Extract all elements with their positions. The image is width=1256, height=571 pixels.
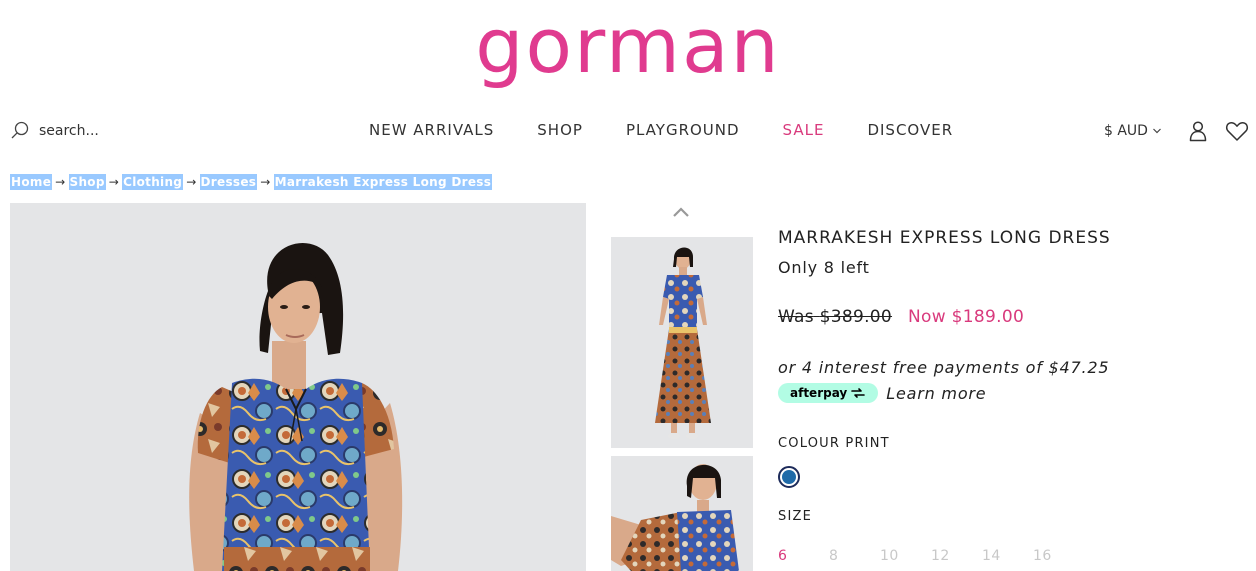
was-label: Was (778, 307, 814, 327)
afterpay-arrows-icon (851, 388, 866, 398)
chevron-up-icon[interactable] (671, 206, 691, 220)
breadcrumb-clothing[interactable]: Clothing (122, 173, 184, 190)
product-title: MARRAKESH EXPRESS LONG DRESS (778, 228, 1111, 248)
brand-logo-text: gorman (475, 1, 781, 90)
breadcrumb-home[interactable]: Home (10, 173, 53, 190)
nav-item-shop[interactable]: SHOP (537, 121, 583, 139)
currency-selector[interactable]: $ AUD (1104, 121, 1162, 141)
product-thumbnail[interactable] (611, 237, 753, 448)
stock-status: Only 8 left (778, 258, 870, 277)
search-box[interactable] (10, 118, 199, 144)
nav-item-discover[interactable]: DISCOVER (867, 121, 953, 139)
now-price: Now $189.00 (908, 307, 1024, 327)
afterpay-badge: afterpay (778, 383, 879, 403)
colour-swatch[interactable] (778, 466, 800, 488)
colour-swatch-fill (782, 470, 796, 484)
breadcrumb-arrow-icon: → (186, 174, 197, 189)
price-block: Was $389.00 Now $189.00 (778, 307, 1024, 327)
main-nav: NEW ARRIVALS SHOP PLAYGROUND SALE DISCOV… (369, 119, 953, 141)
breadcrumb-arrow-icon: → (108, 174, 120, 189)
afterpay-label: afterpay (790, 386, 848, 400)
brand-logo[interactable]: gorman (0, 0, 1256, 100)
size-option-6[interactable]: 6 (778, 548, 829, 564)
was-price-value: $389.00 (819, 307, 893, 327)
breadcrumb-shop[interactable]: Shop (68, 173, 106, 190)
chevron-down-icon (1153, 128, 1161, 134)
search-icon (11, 121, 29, 139)
size-option-12[interactable]: 12 (931, 548, 982, 564)
was-price: Was $389.00 (778, 307, 892, 327)
breadcrumb-arrow-icon: → (260, 174, 271, 189)
thumbnail-illustration (611, 464, 739, 571)
nav-item-sale[interactable]: SALE (783, 121, 825, 139)
breadcrumb-arrow-icon: → (55, 174, 66, 189)
thumbnail-illustration (655, 247, 711, 439)
heart-icon[interactable] (1225, 120, 1249, 142)
size-option-14[interactable]: 14 (982, 548, 1033, 564)
learn-more-link[interactable]: Learn more (886, 384, 986, 403)
breadcrumb-current[interactable]: Marrakesh Express Long Dress (273, 173, 493, 190)
breadcrumb: Home → Shop → Clothing → Dresses → Marra… (10, 173, 493, 190)
breadcrumb-dresses[interactable]: Dresses (199, 173, 258, 190)
nav-item-playground[interactable]: PLAYGROUND (626, 121, 740, 139)
user-icon[interactable] (1187, 120, 1209, 142)
size-option-16[interactable]: 16 (1033, 548, 1084, 564)
installments-text: or 4 interest free payments of $47.25 (778, 358, 1110, 377)
size-option-8[interactable]: 8 (829, 548, 880, 564)
main-product-image[interactable] (10, 203, 586, 571)
currency-label: $ AUD (1104, 123, 1148, 139)
size-options: 6 8 10 12 14 16 (778, 548, 1084, 564)
now-price-value: $189.00 (951, 307, 1025, 327)
search-input[interactable] (39, 123, 199, 139)
afterpay-row: afterpay Learn more (778, 383, 986, 403)
nav-item-new-arrivals[interactable]: NEW ARRIVALS (369, 121, 494, 139)
size-label: SIZE (778, 509, 813, 524)
now-label: Now (908, 307, 946, 327)
colour-label: COLOUR PRINT (778, 436, 890, 451)
model-illustration (189, 243, 403, 571)
product-thumbnail[interactable] (611, 456, 753, 571)
size-option-10[interactable]: 10 (880, 548, 931, 564)
